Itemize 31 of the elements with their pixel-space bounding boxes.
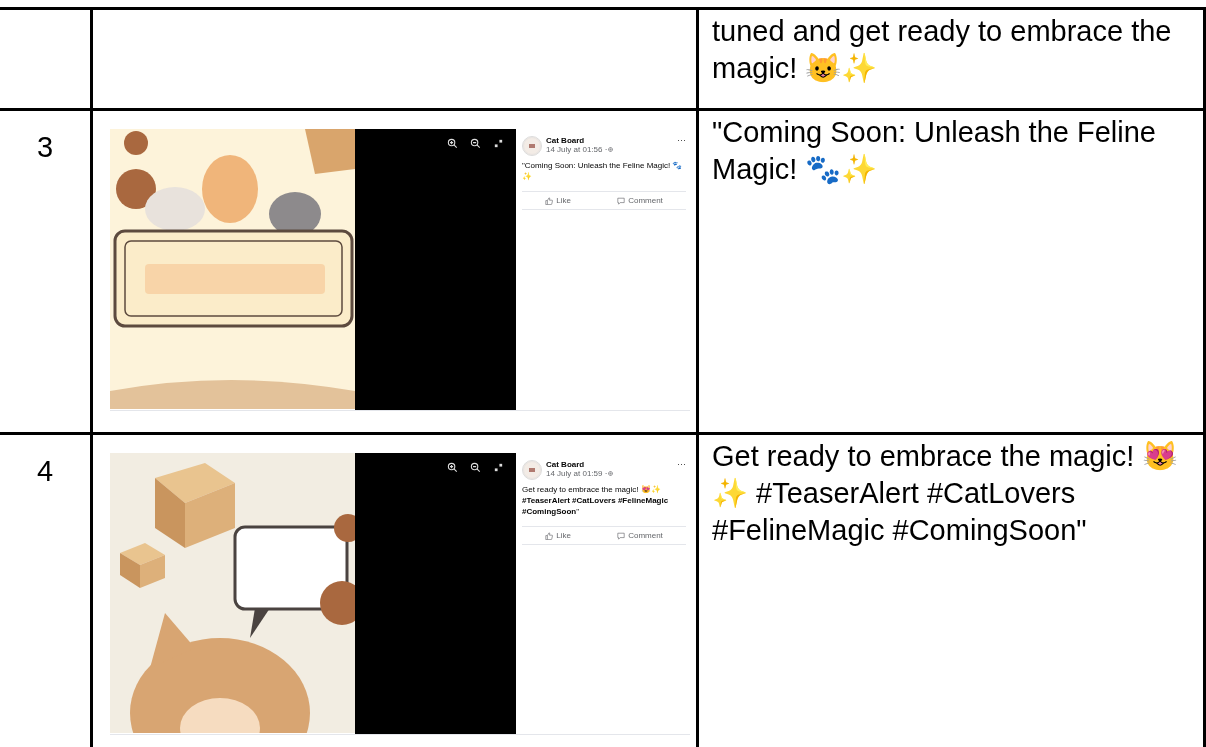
more-options-button[interactable]: ···	[677, 136, 686, 145]
comment-icon	[617, 531, 626, 540]
zoom-out-icon[interactable]	[470, 138, 481, 149]
post-timestamp[interactable]: 14 July at 01:56 ·	[546, 145, 608, 154]
post-text: "Coming Soon: Unleash the Feline Magic! 🐾✨	[522, 160, 684, 182]
zoom-in-icon[interactable]	[447, 138, 458, 149]
like-button[interactable]: Like	[542, 195, 574, 206]
comment-button[interactable]: Comment	[614, 530, 666, 541]
caption-text: Get ready to embrace the magic! 😻✨ #TeaserAlert #CatLovers #FelineMagic #ComingSoon"	[712, 439, 1180, 548]
thumbs-up-icon	[545, 196, 554, 205]
fullscreen-icon[interactable]	[493, 462, 504, 473]
more-options-button[interactable]: ···	[677, 460, 686, 469]
avatar-icon[interactable]	[522, 136, 542, 156]
zoom-out-icon[interactable]	[470, 462, 481, 473]
row-number: 3	[36, 131, 54, 165]
caption-text: "Coming Soon: Unleash the Feline Magic! 🐾✨	[712, 115, 1157, 187]
fullscreen-icon[interactable]	[493, 138, 504, 149]
avatar-icon[interactable]	[522, 460, 542, 480]
thumbs-up-icon	[545, 531, 554, 540]
post-text: Get ready to embrace the magic! 😻✨ #TeaserAlert #CatLovers #FelineMagic #ComingSoon"	[522, 484, 670, 517]
row-number: 4	[36, 455, 54, 489]
comment-button[interactable]: Comment	[614, 195, 666, 206]
like-button[interactable]: Like	[542, 530, 574, 541]
globe-icon	[608, 471, 614, 476]
comment-icon	[617, 196, 626, 205]
zoom-in-icon[interactable]	[447, 462, 458, 473]
post-timestamp[interactable]: 14 July at 01:59 ·	[546, 469, 608, 478]
page-name[interactable]: Cat Board	[546, 460, 673, 469]
globe-icon	[608, 147, 614, 152]
caption-text: tuned and get ready to embrace the magic! 😺✨	[712, 14, 1173, 86]
page-name[interactable]: Cat Board	[546, 136, 673, 145]
